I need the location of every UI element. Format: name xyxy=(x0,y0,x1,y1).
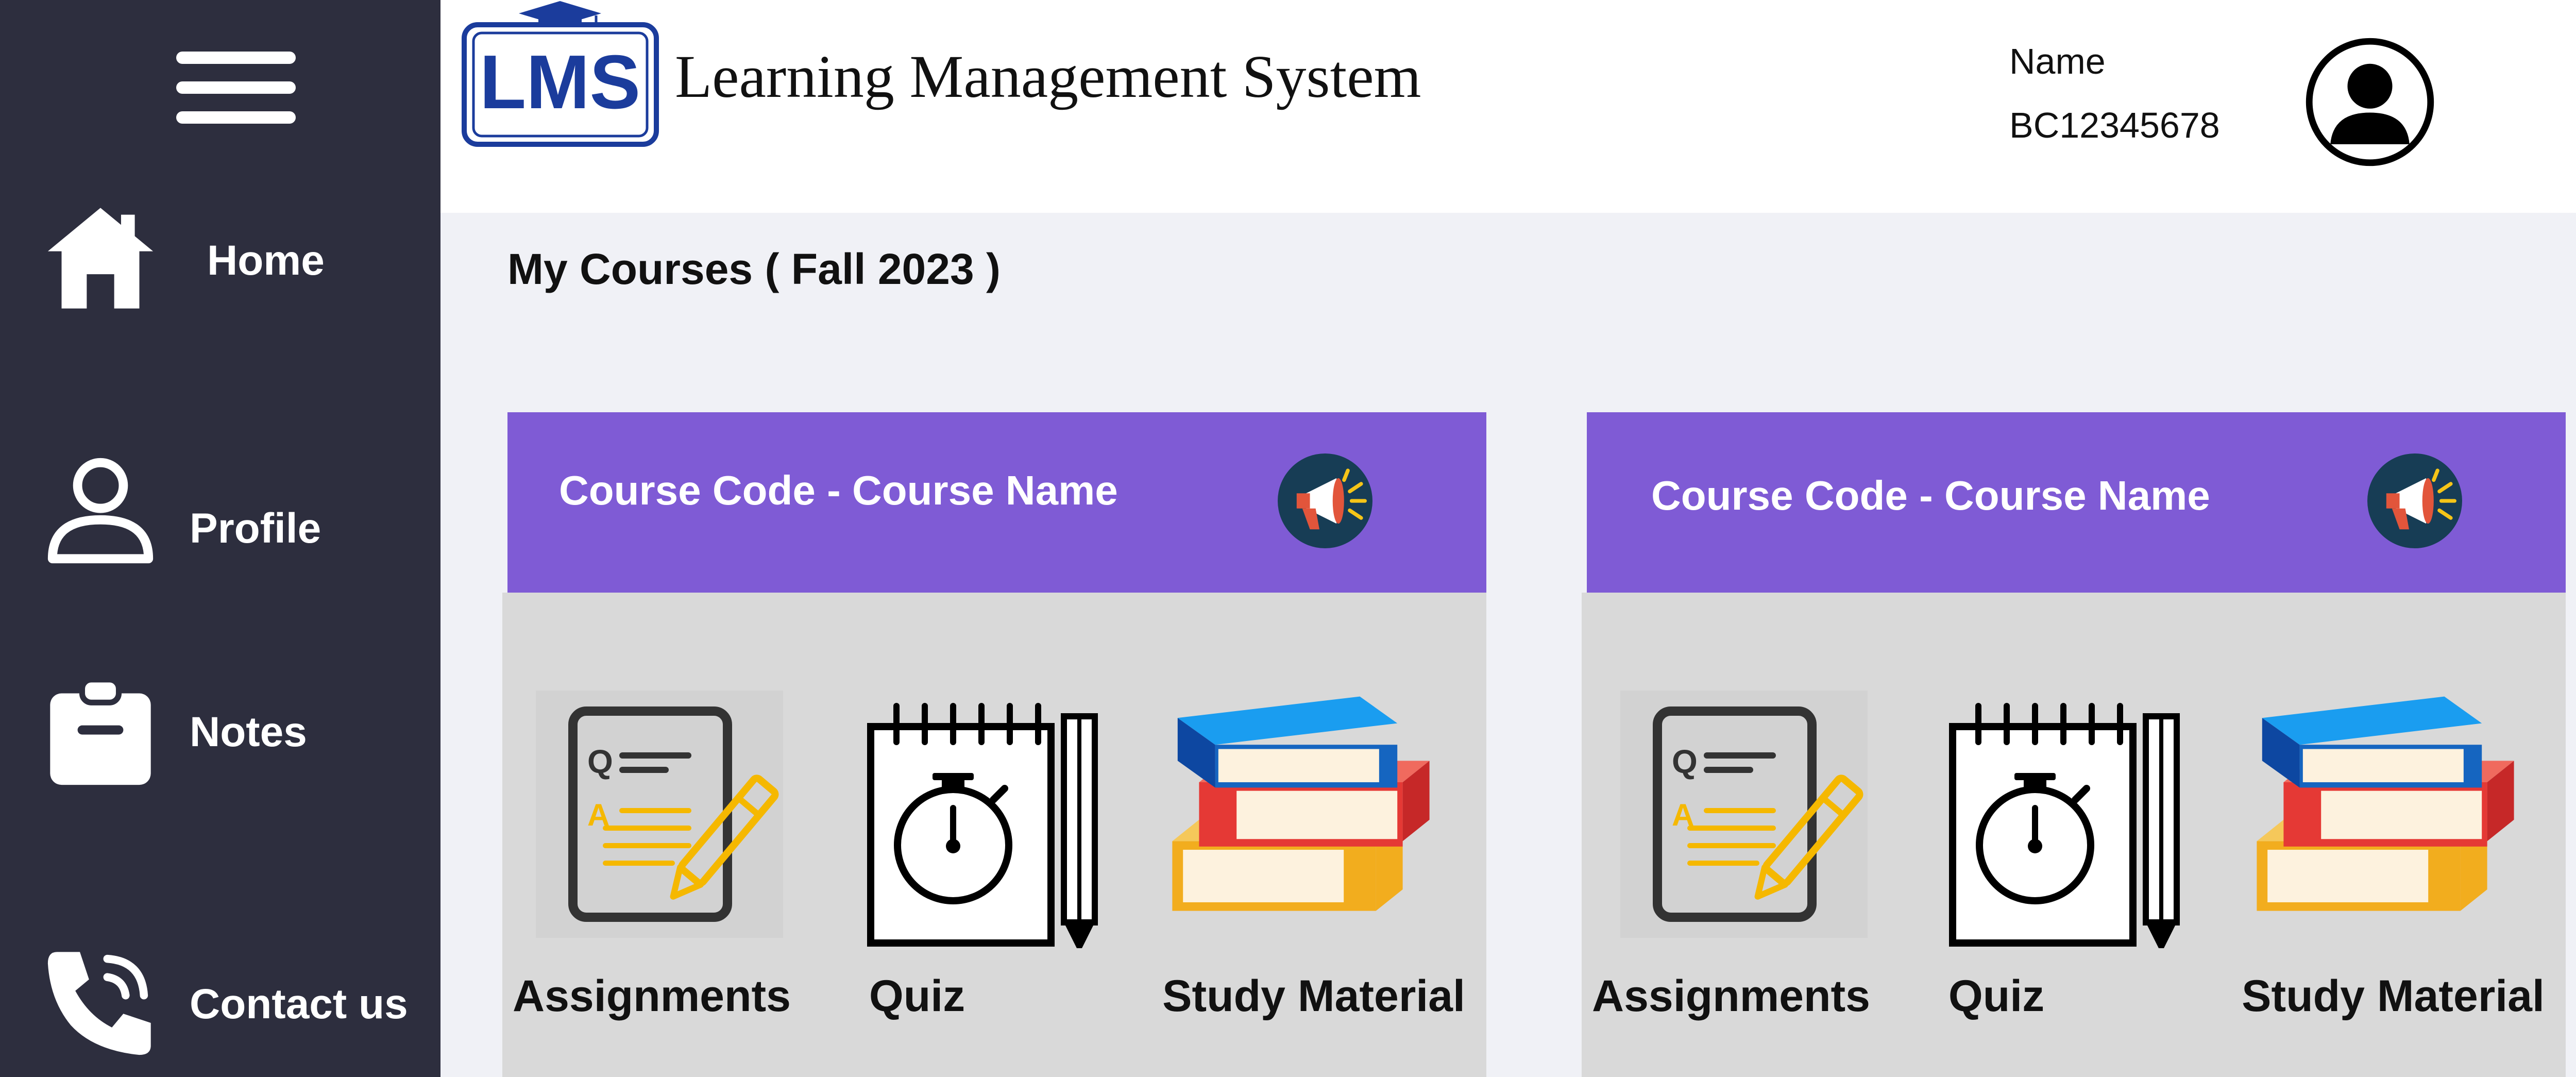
user-id: BC12345678 xyxy=(2009,105,2220,145)
course-card: Course Code - Course Name Assignments Qu… xyxy=(1582,412,2566,1077)
lms-logo[interactable]: LMS xyxy=(461,0,659,149)
sidebar-item-contact[interactable]: Contact us xyxy=(0,933,440,1077)
course-card-header[interactable]: Course Code - Course Name xyxy=(507,412,1486,593)
study-material-label: Study Material xyxy=(2242,971,2545,1021)
quiz-label: Quiz xyxy=(1948,971,2045,1021)
announcement-megaphone-icon[interactable] xyxy=(2367,453,2462,548)
user-name: Name xyxy=(2009,41,2106,81)
logo-text: LMS xyxy=(480,40,640,125)
course-card: Course Code - Course Name Assignments Qu… xyxy=(502,412,1486,1077)
sidebar-item-label: Profile xyxy=(190,505,321,552)
assignments-label: Assignments xyxy=(512,971,791,1021)
user-icon xyxy=(47,458,154,564)
menu-icon[interactable] xyxy=(176,47,296,129)
sidebar-item-notes[interactable]: Notes xyxy=(0,670,440,814)
assignments-tile[interactable]: Assignments xyxy=(1582,593,1880,1077)
announcement-megaphone-icon[interactable] xyxy=(1278,453,1372,548)
quiz-label: Quiz xyxy=(869,971,965,1021)
assignment-icon xyxy=(1620,691,1868,938)
study-material-tile[interactable]: Study Material xyxy=(2221,593,2566,1077)
app-title: Learning Management System xyxy=(675,43,1421,110)
assignments-label: Assignments xyxy=(1591,971,1871,1021)
study-material-tile[interactable]: Study Material xyxy=(1141,593,1486,1077)
course-card-body: Assignments Quiz Study Material xyxy=(502,593,1486,1077)
quiz-stopwatch-icon xyxy=(860,691,1108,948)
sidebar-item-label: Contact us xyxy=(190,981,408,1028)
course-title: Course Code - Course Name xyxy=(559,467,1118,513)
course-title: Course Code - Course Name xyxy=(1651,473,2210,518)
clipboard-icon xyxy=(50,677,151,785)
books-icon xyxy=(2251,680,2519,938)
books-icon xyxy=(1167,680,1435,938)
sidebar-item-label: Home xyxy=(207,237,325,284)
assignments-tile[interactable]: Assignments xyxy=(502,593,801,1077)
home-icon xyxy=(47,208,154,309)
course-card-body: Assignments Quiz Study Material xyxy=(1582,593,2566,1077)
quiz-tile[interactable]: Quiz xyxy=(1880,593,2190,1077)
sidebar: Home Profile Notes Contact us xyxy=(0,0,440,1077)
quiz-tile[interactable]: Quiz xyxy=(801,593,1110,1077)
sidebar-item-profile[interactable]: Profile xyxy=(0,448,440,593)
top-header: LMS Learning Management System Name BC12… xyxy=(440,0,2576,213)
phone-icon xyxy=(47,952,151,1055)
assignment-icon xyxy=(536,691,783,938)
quiz-stopwatch-icon xyxy=(1942,691,2190,948)
page-title: My Courses ( Fall 2023 ) xyxy=(507,245,1001,293)
sidebar-item-home[interactable]: Home xyxy=(0,191,440,335)
study-material-label: Study Material xyxy=(1162,971,1465,1021)
avatar-icon[interactable] xyxy=(2304,36,2436,168)
course-card-header[interactable]: Course Code - Course Name xyxy=(1587,412,2566,593)
sidebar-item-label: Notes xyxy=(190,709,307,755)
